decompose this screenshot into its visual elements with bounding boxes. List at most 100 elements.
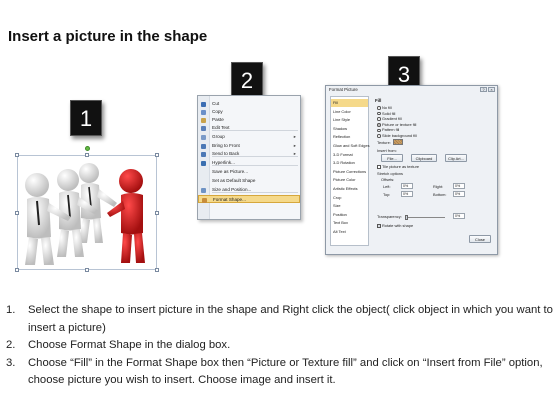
menu-item-set-as-default-shape[interactable]: Set as Default Shape: [198, 177, 300, 185]
transparency-slider-thumb[interactable]: [405, 215, 408, 220]
instructions-list: 1. Select the shape to insert picture in …: [6, 302, 556, 390]
transparency-label: Transparency:: [377, 214, 402, 219]
menu-item-label: Paste: [212, 117, 224, 122]
resize-handle-tr[interactable]: [155, 153, 159, 157]
offset-left-label: Left:: [383, 184, 391, 189]
resize-handle-tl[interactable]: [15, 153, 19, 157]
offset-top-label: Top:: [383, 192, 391, 197]
insert-clipart-button[interactable]: Clip Art...: [445, 154, 467, 162]
nav-item-3-d-rotation[interactable]: 3-D Rotation: [331, 159, 368, 167]
menu-item-paste[interactable]: Paste: [198, 116, 300, 124]
radio-indicator: [377, 128, 381, 133]
fill-radio-pattern-fill[interactable]: Pattern fill: [377, 127, 399, 132]
close-button[interactable]: Close: [469, 235, 491, 243]
nav-item-shadow[interactable]: Shadow: [331, 125, 368, 133]
menu-separator: [212, 130, 298, 131]
fill-radio-no-fill[interactable]: No fill: [377, 105, 392, 110]
step-text: Choose “Fill” in the Format Shape box th…: [28, 356, 543, 387]
format-picture-dialog: Format Picture ? × Fill Line Color Line St…: [325, 85, 498, 255]
offset-bottom-field[interactable]: 0%: [453, 191, 465, 197]
nav-item-position[interactable]: Position: [331, 211, 368, 219]
send-back-icon: [201, 151, 206, 157]
insert-file-button[interactable]: File...: [381, 154, 403, 162]
instruction-step: 2. Choose Format Shape in the dialog box.: [6, 337, 556, 355]
menu-item-cut[interactable]: Cut: [198, 100, 300, 108]
texture-label: Texture:: [377, 140, 391, 145]
fill-section-title: Fill: [375, 98, 382, 103]
nav-item-artistic-effects[interactable]: Artistic Effects: [331, 185, 368, 193]
insert-clipboard-button[interactable]: Clipboard: [411, 154, 437, 162]
stretch-label: Stretch options: [377, 171, 403, 176]
fill-radio-picture-or-texture-fill[interactable]: Picture or texture fill: [377, 122, 416, 127]
step-number: 3.: [6, 356, 16, 369]
step-number: 2.: [6, 339, 16, 351]
nav-item-size[interactable]: Size: [331, 202, 368, 210]
menu-separator: [212, 156, 298, 157]
menu-item-label: Group: [212, 134, 225, 139]
rotate-checkbox[interactable]: Rotate with shape: [377, 223, 413, 228]
offset-bottom-label: Bottom:: [433, 192, 447, 197]
menu-item-label: Set as Default Shape: [212, 178, 256, 183]
insert-from-label: Insert from:: [377, 148, 397, 153]
clipboard-icon: [201, 117, 206, 123]
offset-left-field[interactable]: 0%: [401, 183, 413, 189]
figures-illustration: [25, 163, 145, 265]
red-figure: [107, 169, 145, 263]
close-icon[interactable]: ×: [488, 87, 495, 92]
menu-item-copy[interactable]: Copy: [198, 108, 300, 116]
nav-item-fill[interactable]: Fill: [331, 99, 368, 107]
rotation-handle[interactable]: [85, 146, 90, 151]
nav-item-line-color[interactable]: Line Color: [331, 108, 368, 116]
menu-item-group[interactable]: Group ▸: [198, 133, 300, 141]
resize-handle-bc[interactable]: [85, 268, 89, 272]
menu-separator: [212, 192, 298, 193]
nav-item-picture-corrections[interactable]: Picture Corrections: [331, 168, 368, 176]
nav-item-glow-and-soft-edges[interactable]: Glow and Soft Edges: [331, 142, 370, 150]
nav-item-3-d-format[interactable]: 3-D Format: [331, 151, 368, 159]
edit-text-icon: [201, 125, 206, 131]
menu-item-save-as-picture[interactable]: Save as Picture...: [198, 168, 300, 176]
scissors-icon: [201, 101, 206, 107]
radio-indicator: [377, 106, 381, 110]
resize-handle-br[interactable]: [155, 268, 159, 272]
nav-item-picture-color[interactable]: Picture Color: [331, 176, 368, 184]
dialog-nav: Fill Line Color Line Style Shadow Reflection…: [330, 96, 370, 246]
offsets-label: Offsets:: [381, 177, 395, 182]
fill-radio-gradient-fill[interactable]: Gradient fill: [377, 116, 402, 121]
nav-item-reflection[interactable]: Reflection: [331, 133, 368, 141]
offset-right-field[interactable]: 0%: [453, 183, 465, 189]
dialog-title: Format Picture: [329, 87, 358, 92]
instruction-step: 1. Select the shape to insert picture in …: [6, 302, 556, 337]
transparency-field[interactable]: 0%: [453, 213, 465, 219]
fill-radio-slide-background-fill[interactable]: Slide background fill: [377, 133, 417, 138]
submenu-arrow-icon: ▸: [293, 143, 296, 148]
resize-handle-tc[interactable]: [85, 153, 89, 157]
step-badge-2: 2: [231, 62, 263, 98]
page-title: Insert a picture in the shape: [8, 28, 208, 45]
tile-checkbox[interactable]: Tile picture as texture: [377, 164, 419, 169]
resize-handle-ml[interactable]: [15, 211, 19, 215]
radio-indicator: [377, 134, 381, 138]
radio-indicator: [377, 117, 381, 121]
offset-top-field[interactable]: 0%: [401, 191, 413, 197]
nav-item-alt-text[interactable]: Alt Text: [331, 228, 368, 236]
resize-handle-bl[interactable]: [15, 268, 19, 272]
step-text: Choose Format Shape in the dialog box.: [28, 339, 231, 351]
step-number: 1.: [6, 304, 16, 316]
texture-picker[interactable]: [393, 139, 403, 145]
menu-item-format-shape[interactable]: Format Shape...: [198, 195, 300, 203]
menu-item-bring-to-front[interactable]: Bring to Front ▸: [198, 142, 300, 150]
resize-handle-mr[interactable]: [155, 211, 159, 215]
copy-icon: [201, 109, 206, 115]
nav-item-crop[interactable]: Crop: [331, 194, 368, 202]
fill-radio-solid-fill[interactable]: Solid fill: [377, 111, 395, 116]
nav-item-text-box[interactable]: Text Box: [331, 219, 368, 227]
menu-item-label: Format Shape...: [213, 197, 246, 202]
transparency-slider[interactable]: [405, 217, 445, 218]
menu-separator: [212, 165, 298, 166]
submenu-arrow-icon: ▸: [293, 134, 296, 139]
nav-item-line-style[interactable]: Line Style: [331, 116, 368, 124]
step-badge-1: 1: [70, 100, 102, 136]
help-button[interactable]: ?: [480, 87, 487, 92]
selected-shape-frame[interactable]: [15, 146, 159, 272]
